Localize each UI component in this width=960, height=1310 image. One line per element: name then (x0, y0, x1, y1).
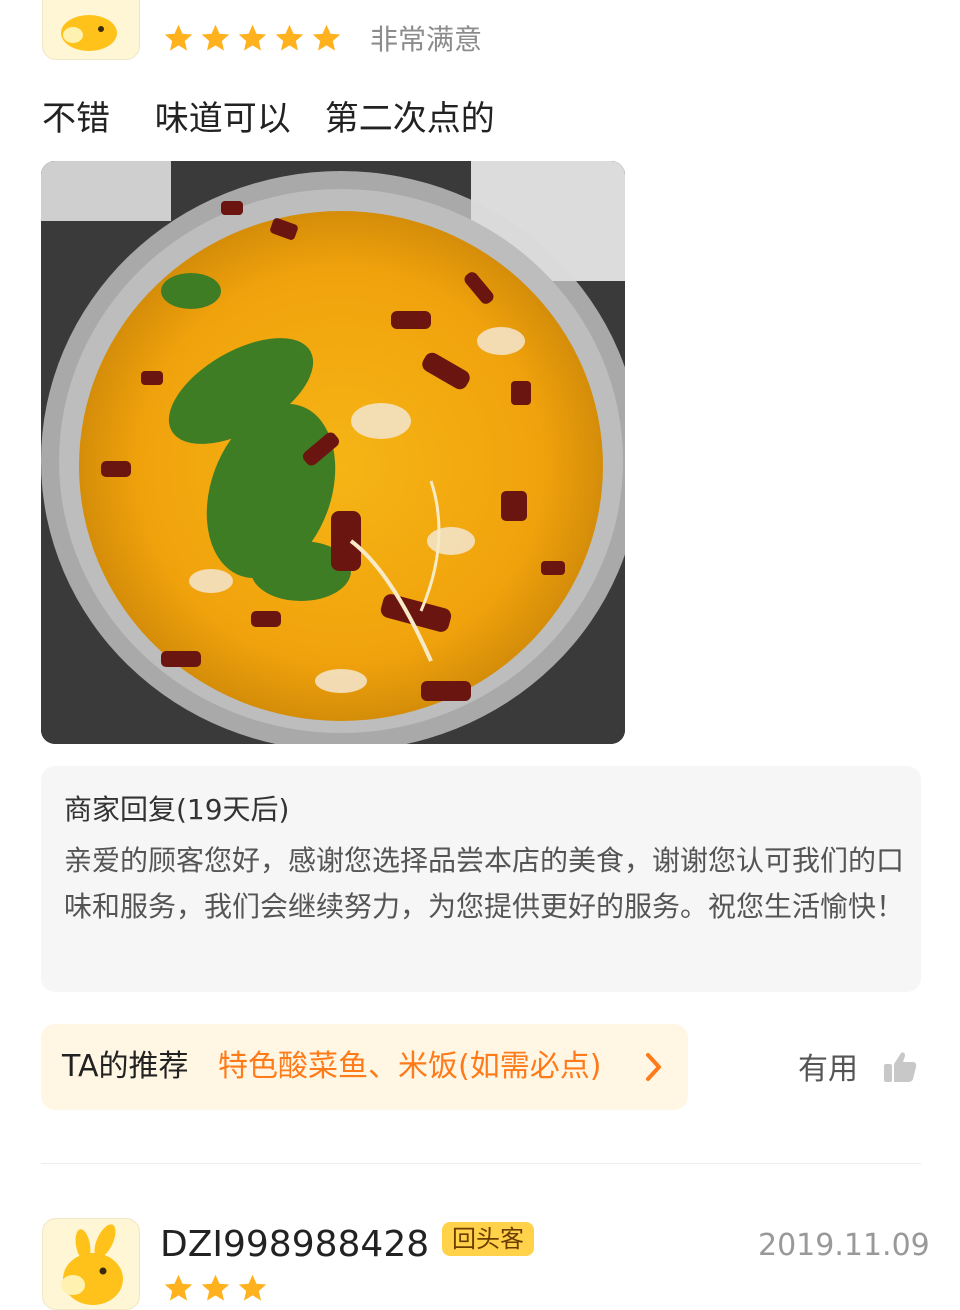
user-avatar[interactable] (42, 1218, 140, 1310)
star-icon (238, 24, 267, 51)
kangaroo-mascot-icon (61, 1224, 123, 1305)
user-avatar[interactable] (42, 0, 140, 60)
star-icon (312, 24, 341, 51)
star-icon (201, 24, 230, 51)
merchant-reply-title: 商家回复(19天后) (64, 793, 290, 826)
rating-stars (162, 1272, 269, 1305)
merchant-reply-body: 亲爱的顾客您好，感谢您选择品尝本店的美食，谢谢您认可我们的口味和服务，我们会继续… (64, 844, 905, 923)
divider (41, 1163, 921, 1164)
star-icon (238, 1274, 267, 1301)
star-icon (164, 1274, 193, 1301)
review-photo[interactable] (41, 161, 625, 744)
recommendation-value[interactable]: 特色酸菜鱼、米饭(如需必点) (218, 1047, 601, 1087)
rating-text: 非常满意 (370, 23, 483, 56)
username[interactable]: DZI998988428 (160, 1222, 429, 1268)
returning-customer-badge: 回头客 (442, 1222, 534, 1256)
star-icon (201, 1274, 230, 1301)
chevron-right-icon[interactable] (644, 1050, 664, 1084)
star-icon (275, 24, 304, 51)
kangaroo-mascot-icon (61, 15, 117, 51)
review-date: 2019.11.09 (758, 1228, 930, 1263)
star-icon (164, 24, 193, 51)
food-photo-sour-fish-soup (41, 161, 625, 744)
review-text: 不错 味道可以 第二次点的 (42, 99, 495, 139)
thumbs-up-icon[interactable] (882, 1050, 918, 1084)
useful-label[interactable]: 有用 (798, 1050, 858, 1090)
rating-stars (162, 22, 343, 55)
recommendation-label: TA的推荐 (62, 1049, 189, 1084)
